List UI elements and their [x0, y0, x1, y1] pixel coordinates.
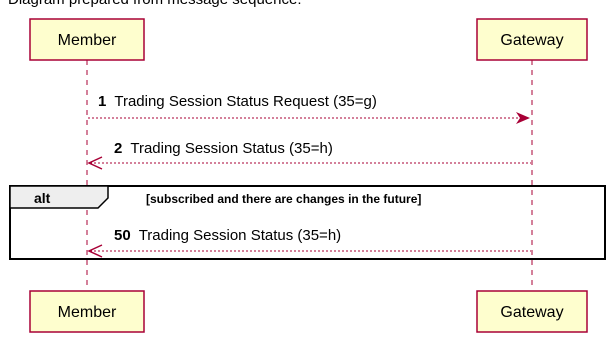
participant-member-bottom: Member — [29, 290, 145, 333]
message-50: 50 Trading Session Status (35=h) — [87, 227, 531, 258]
message-50-label: Trading Session Status (35=h) — [139, 227, 341, 244]
participant-gateway-label: Gateway — [500, 32, 563, 49]
message-50-number: 50 — [114, 227, 131, 244]
alt-fragment-operator-tab — [9, 185, 109, 209]
message-1-arrowhead — [516, 112, 530, 124]
message-1-number: 1 — [98, 93, 106, 110]
alt-fragment-guard: [subscribed and there are changes in the… — [146, 192, 421, 206]
message-1-label: Trading Session Status Request (35=g) — [114, 93, 377, 110]
participant-gateway-top: Gateway — [476, 18, 588, 61]
message-2-number: 2 — [114, 140, 122, 157]
participant-member-bottom-label: Member — [58, 304, 117, 321]
message-1: 1 Trading Session Status Request (35=g) — [88, 93, 530, 124]
message-2: 2 Trading Session Status (35=h) — [87, 140, 531, 170]
message-2-label: Trading Session Status (35=h) — [130, 140, 332, 157]
participant-member-top: Member — [29, 18, 145, 61]
participant-member-label: Member — [58, 32, 117, 49]
participant-gateway-bottom-label: Gateway — [500, 304, 563, 321]
alt-fragment-operator: alt — [34, 190, 51, 206]
message-1-text: 1 Trading Session Status Request (35=g) — [98, 93, 377, 110]
message-2-text: 2 Trading Session Status (35=h) — [114, 140, 333, 157]
participant-gateway-bottom: Gateway — [476, 290, 588, 333]
message-50-text: 50 Trading Session Status (35=h) — [114, 227, 341, 244]
alt-fragment: alt [subscribed and there are changes in… — [9, 185, 606, 260]
header-text: Diagram prepared from message sequence: — [8, 0, 301, 8]
